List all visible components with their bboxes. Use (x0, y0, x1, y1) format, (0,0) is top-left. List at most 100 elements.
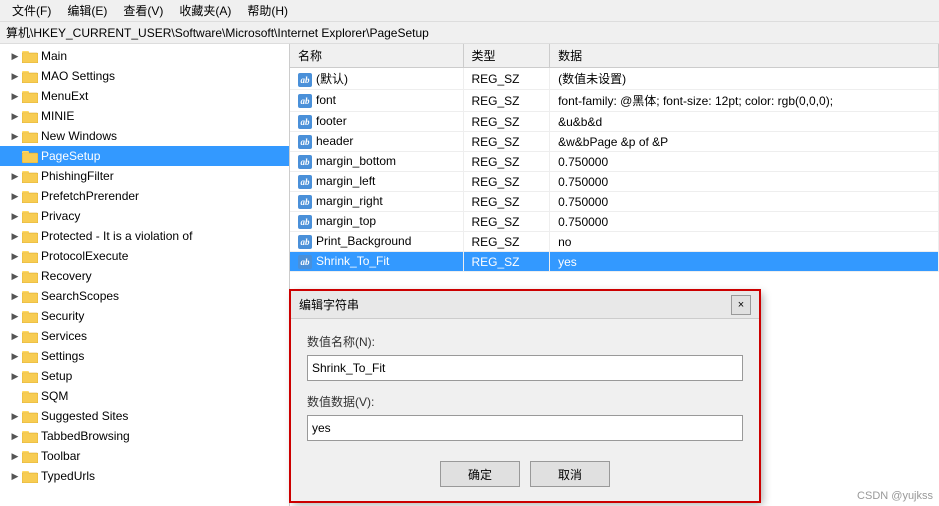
tree-item-label: MINIE (41, 109, 74, 123)
table-row[interactable]: abfooterREG_SZ&u&b&d (290, 112, 939, 132)
table-row[interactable]: abmargin_topREG_SZ0.750000 (290, 212, 939, 232)
tree-arrow-icon (8, 89, 22, 103)
tree-item[interactable]: ProtocolExecute (0, 246, 289, 266)
folder-icon (22, 209, 38, 223)
folder-icon (22, 309, 38, 323)
folder-icon (22, 49, 38, 63)
folder-icon (22, 429, 38, 443)
tree-item[interactable]: Setup (0, 366, 289, 386)
cell-type: REG_SZ (463, 132, 550, 152)
folder-icon (22, 109, 38, 123)
name-input[interactable] (307, 355, 743, 381)
tree-item-label: ProtocolExecute (41, 249, 128, 263)
cell-name: ab(默认) (290, 68, 463, 90)
cell-type: REG_SZ (463, 252, 550, 272)
registry-tree[interactable]: Main MAO Settings MenuExt MINIE New Wind… (0, 44, 289, 506)
tree-item[interactable]: PhishingFilter (0, 166, 289, 186)
folder-icon (22, 169, 38, 183)
tree-item[interactable]: SQM (0, 386, 289, 406)
cell-name: abheader (290, 132, 463, 152)
table-row[interactable]: abmargin_bottomREG_SZ0.750000 (290, 152, 939, 172)
table-row[interactable]: ab(默认)REG_SZ(数值未设置) (290, 68, 939, 90)
reg-type-icon: ab (298, 235, 312, 249)
table-row[interactable]: abmargin_rightREG_SZ0.750000 (290, 192, 939, 212)
tree-item[interactable]: Recovery (0, 266, 289, 286)
tree-item-label: Setup (41, 369, 72, 383)
tree-item[interactable]: SearchScopes (0, 286, 289, 306)
table-row[interactable]: abPrint_BackgroundREG_SZno (290, 232, 939, 252)
menu-file[interactable]: 文件(F) (4, 0, 59, 21)
cell-type: REG_SZ (463, 232, 550, 252)
tree-item[interactable]: Suggested Sites (0, 406, 289, 426)
menu-favorites[interactable]: 收藏夹(A) (171, 0, 239, 21)
tree-item[interactable]: PageSetup (0, 146, 289, 166)
tree-item-label: Settings (41, 349, 84, 363)
table-row[interactable]: abShrink_To_FitREG_SZyes (290, 252, 939, 272)
tree-item-label: Protected - It is a violation of (41, 229, 192, 243)
table-row[interactable]: abfontREG_SZfont-family: @黑体; font-size:… (290, 90, 939, 112)
cell-data: font-family: @黑体; font-size: 12pt; color… (550, 90, 939, 112)
tree-arrow-icon (8, 349, 22, 363)
tree-item[interactable]: Protected - It is a violation of (0, 226, 289, 246)
tree-item-label: Main (41, 49, 67, 63)
tree-item[interactable]: Toolbar (0, 446, 289, 466)
cell-data: 0.750000 (550, 152, 939, 172)
folder-icon (22, 449, 38, 463)
name-label: 数值名称(N): (307, 333, 743, 350)
cell-type: REG_SZ (463, 112, 550, 132)
table-row[interactable]: abmargin_leftREG_SZ0.750000 (290, 172, 939, 192)
tree-item-label: Privacy (41, 209, 80, 223)
tree-arrow-icon (8, 229, 22, 243)
reg-type-icon: ab (298, 73, 312, 87)
table-row[interactable]: abheaderREG_SZ&w&bPage &p of &P (290, 132, 939, 152)
tree-item-label: Services (41, 329, 87, 343)
cell-name: abPrint_Background (290, 232, 463, 252)
tree-item-label: TabbedBrowsing (41, 429, 130, 443)
cell-name: abfooter (290, 112, 463, 132)
registry-tree-panel: Main MAO Settings MenuExt MINIE New Wind… (0, 44, 290, 506)
ok-button[interactable]: 确定 (440, 461, 520, 487)
tree-item[interactable]: Security (0, 306, 289, 326)
tree-item[interactable]: TabbedBrowsing (0, 426, 289, 446)
tree-item[interactable]: TypedUrls (0, 466, 289, 486)
folder-icon (22, 289, 38, 303)
tree-item-label: SQM (41, 389, 68, 403)
dialog-close-button[interactable]: × (731, 295, 751, 315)
tree-arrow-icon (8, 429, 22, 443)
cell-name: abmargin_right (290, 192, 463, 212)
folder-icon (22, 149, 38, 163)
cell-name: abmargin_left (290, 172, 463, 192)
cell-type: REG_SZ (463, 68, 550, 90)
cancel-button[interactable]: 取消 (530, 461, 610, 487)
cell-type: REG_SZ (463, 90, 550, 112)
tree-item-label: PrefetchPrerender (41, 189, 139, 203)
tree-arrow-icon (8, 209, 22, 223)
registry-table: 名称 类型 数据 ab(默认)REG_SZ(数值未设置)abfontREG_SZ… (290, 44, 939, 272)
folder-icon (22, 269, 38, 283)
tree-item[interactable]: Privacy (0, 206, 289, 226)
data-input[interactable] (307, 415, 743, 441)
folder-icon (22, 249, 38, 263)
cell-data: yes (550, 252, 939, 272)
menu-help[interactable]: 帮助(H) (239, 0, 296, 21)
tree-item[interactable]: Main (0, 46, 289, 66)
folder-icon (22, 89, 38, 103)
tree-item-label: PageSetup (41, 149, 100, 163)
tree-item-label: Suggested Sites (41, 409, 128, 423)
dialog-title: 编辑字符串 (299, 296, 731, 313)
tree-item[interactable]: MINIE (0, 106, 289, 126)
tree-item[interactable]: Services (0, 326, 289, 346)
tree-item[interactable]: PrefetchPrerender (0, 186, 289, 206)
folder-icon (22, 369, 38, 383)
menu-edit[interactable]: 编辑(E) (59, 0, 115, 21)
tree-item[interactable]: MAO Settings (0, 66, 289, 86)
cell-name: abfont (290, 90, 463, 112)
tree-item[interactable]: New Windows (0, 126, 289, 146)
tree-item[interactable]: Settings (0, 346, 289, 366)
reg-type-icon: ab (298, 135, 312, 149)
tree-arrow-icon (8, 449, 22, 463)
folder-icon (22, 469, 38, 483)
menu-view[interactable]: 查看(V) (115, 0, 171, 21)
cell-data: no (550, 232, 939, 252)
tree-item[interactable]: MenuExt (0, 86, 289, 106)
